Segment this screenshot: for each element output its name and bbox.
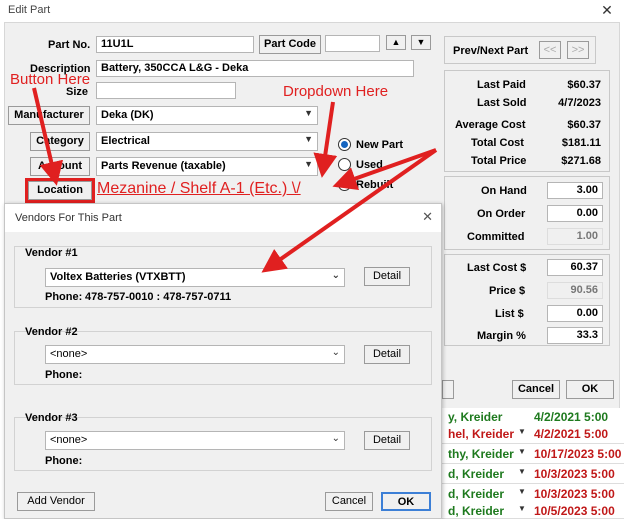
- arrow-to-dropdown: [313, 101, 338, 178]
- arrow-to-location-button: [32, 87, 64, 186]
- edit-part-window: Edit Part ✕ Part No. 11U1L Part Code ▲ ▼…: [0, 0, 624, 519]
- arrow-to-vendor-select: [261, 148, 438, 273]
- annotation-arrows: [32, 87, 438, 273]
- arrow-to-mezzanine: [332, 148, 437, 190]
